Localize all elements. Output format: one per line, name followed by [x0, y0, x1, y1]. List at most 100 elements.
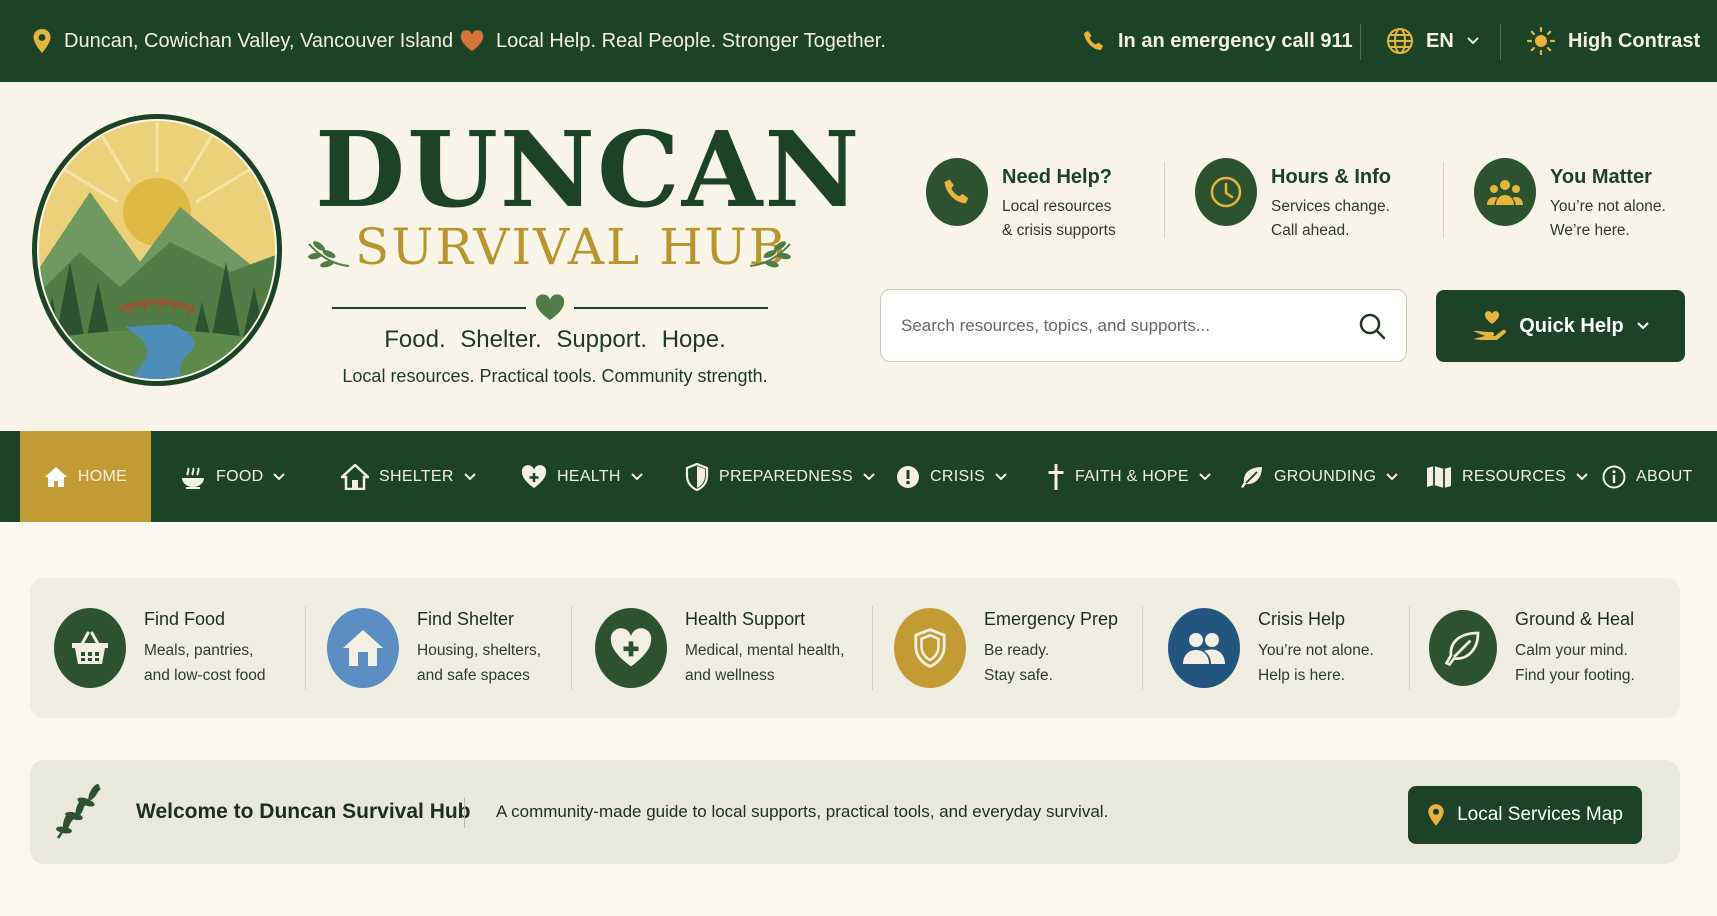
house-icon [327, 608, 399, 688]
nav-grounding[interactable]: GROUNDING [1240, 431, 1398, 522]
leaf-icon [1429, 610, 1497, 686]
logo-emblem-icon [32, 114, 282, 386]
nav-label: HOME [77, 467, 128, 485]
nav-label: SHELTER [379, 467, 454, 485]
home-icon [44, 466, 67, 487]
location-text: Duncan, Cowichan Valley, Vancouver Islan… [64, 29, 454, 52]
info-line: Call ahead. [1271, 222, 1350, 239]
map-pin-icon [1428, 804, 1444, 826]
brand-description: Local resources. Practical tools. Commun… [342, 366, 768, 386]
emergency-text: In an emergency call 911 [1118, 29, 1353, 52]
card-title: Emergency Prep [984, 608, 1119, 629]
nav-health[interactable]: HEALTH [521, 431, 643, 522]
card-health-support[interactable]: Health Support Medical, mental health, and… [595, 578, 844, 718]
chevron-down-icon [273, 472, 286, 480]
card-ground-heal[interactable]: Ground & Heal Calm your mind. Find your fo… [1429, 578, 1635, 718]
card-line: Calm your mind. [1515, 641, 1628, 659]
card-line: and low-cost food [144, 666, 266, 684]
nav-label: RESOURCES [1462, 467, 1567, 485]
search-icon[interactable] [1358, 312, 1386, 340]
cross-icon [1048, 463, 1064, 490]
brand-title: DUNCAN [315, 108, 862, 231]
nav-preparedness[interactable]: PREPAREDNESS [685, 431, 875, 522]
nav-about[interactable]: ABOUT [1602, 431, 1693, 522]
chevron-down-icon [1386, 472, 1398, 480]
nav-label: GROUNDING [1274, 467, 1377, 485]
people-icon [1168, 608, 1240, 688]
nav-home[interactable]: HOME [20, 431, 151, 522]
emergency-call-link[interactable]: In an emergency call 911 [1082, 0, 1353, 82]
info-line: & crisis supports [1002, 222, 1116, 239]
quick-help-button[interactable]: Quick Help [1436, 290, 1685, 362]
phone-icon [926, 158, 988, 226]
nav-label: FOOD [216, 467, 264, 485]
chevron-down-icon [631, 472, 643, 480]
card-find-food[interactable]: Find Food Meals, pantries, and low-cost fo… [54, 578, 266, 718]
bowl-icon [182, 466, 204, 489]
quick-help-label: Quick Help [1519, 314, 1624, 337]
map-pin-icon [33, 29, 51, 53]
shield-icon [894, 608, 966, 688]
card-title: Crisis Help [1258, 608, 1346, 629]
card-line: You’re not alone. [1258, 641, 1374, 659]
phone-icon [1084, 31, 1103, 50]
nav-food[interactable]: FOOD [180, 431, 286, 522]
map-button-label: Local Services Map [1457, 804, 1623, 825]
heart-icon [460, 30, 484, 51]
card-title: Health Support [685, 608, 806, 629]
card-find-shelter[interactable]: Find Shelter Housing, shelters, and safe s… [327, 578, 541, 718]
nav-faith-hope[interactable]: FAITH & HOPE [1047, 431, 1211, 522]
nav-shelter[interactable]: SHELTER [341, 431, 476, 522]
info-you-matter[interactable]: You Matter You’re not alone. We’re here. [1474, 158, 1666, 243]
search-input[interactable] [901, 315, 1358, 336]
card-line: Be ready. [984, 641, 1050, 659]
motto: Local Help. Real People. Stronger Togeth… [460, 0, 886, 82]
card-line: and wellness [685, 666, 775, 684]
chevron-down-icon [995, 472, 1007, 480]
info-title: Hours & Info [1271, 166, 1391, 188]
info-line: Local resources [1002, 198, 1112, 215]
language-select[interactable]: EN [1386, 0, 1480, 82]
site-logo[interactable] [30, 112, 284, 388]
chevron-down-icon [1467, 37, 1479, 45]
chevron-down-icon [1199, 472, 1211, 480]
divider-heart-icon [332, 294, 768, 320]
card-line: Find your footing. [1515, 666, 1635, 684]
card-emergency-prep[interactable]: Emergency Prep Be ready. Stay safe. [894, 578, 1118, 718]
info-title: You Matter [1550, 166, 1652, 188]
search-box [880, 289, 1407, 362]
people-icon [1474, 158, 1536, 226]
info-line: Services change. [1271, 198, 1390, 215]
info-hours[interactable]: Hours & Info Services change. Call ahead. [1195, 158, 1391, 243]
helping-hand-icon [1473, 311, 1507, 340]
local-services-map-button[interactable]: Local Services Map [1408, 786, 1642, 844]
nav-label: CRISIS [930, 467, 986, 485]
olive-branch-icon [56, 784, 101, 839]
info-need-help[interactable]: Need Help? Local resources & crisis suppor… [926, 158, 1116, 243]
welcome-banner: Welcome to Duncan Survival Hub A communi… [30, 760, 1680, 864]
nav-label: FAITH & HOPE [1075, 467, 1189, 485]
high-contrast-toggle[interactable]: High Contrast [1526, 0, 1700, 82]
heart-plus-icon [521, 464, 547, 488]
clock-icon [1195, 158, 1257, 226]
house-icon [341, 463, 369, 490]
quick-links-panel: Find Food Meals, pantries, and low-cost fo… [30, 578, 1680, 718]
chevron-down-icon [863, 472, 875, 480]
left-laurel-icon [308, 241, 350, 268]
map-icon [1427, 465, 1451, 488]
main-navigation: HOME FOOD SHELTER HEALTH PREPAREDNESS CR… [0, 431, 1717, 522]
motto-text: Local Help. Real People. Stronger Togeth… [496, 29, 886, 52]
basket-icon [54, 608, 126, 688]
brand-subtitle: SURVIVAL HUB [355, 218, 788, 276]
info-icon [1602, 465, 1626, 488]
card-crisis-help[interactable]: Crisis Help You’re not alone. Help is here… [1168, 578, 1374, 718]
sun-icon [1526, 26, 1556, 56]
right-laurel-icon [749, 241, 791, 268]
nav-crisis[interactable]: CRISIS [896, 431, 1007, 522]
welcome-description: A community-made guide to local supports… [496, 802, 1109, 821]
card-line: Help is here. [1258, 666, 1346, 684]
alert-icon [897, 465, 919, 488]
nav-resources[interactable]: RESOURCES [1426, 431, 1588, 522]
nav-label: HEALTH [557, 467, 621, 485]
shield-icon [685, 462, 709, 491]
